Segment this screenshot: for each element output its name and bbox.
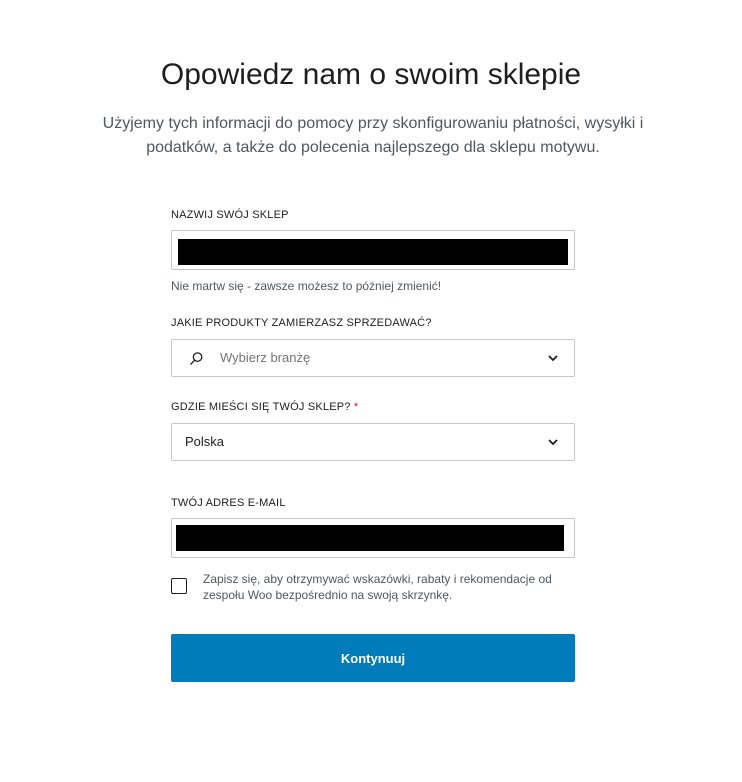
store-name-help: Nie martw się - zawsze możesz to później… [171, 279, 442, 293]
location-label: GDZIE MIEŚCI SIĘ TWÓJ SKLEP? * [171, 400, 358, 414]
industry-placeholder: Wybierz branżę [220, 350, 311, 365]
page-title: Opowiedz nam o swoim sklepie [160, 58, 582, 91]
location-label-text: GDZIE MIEŚCI SIĘ TWÓJ SKLEP? [171, 401, 351, 413]
industry-select[interactable]: Wybierz branżę [171, 339, 575, 377]
location-value: Polska [185, 434, 225, 449]
store-name-label: NAZWIJ SWÓJ SKLEP [171, 209, 289, 221]
industry-label: JAKIE PRODUKTY ZAMIERZASZ SPRZEDAWAĆ? [171, 317, 432, 329]
email-label: TWÓJ ADRES E-MAIL [171, 497, 286, 509]
email-input[interactable] [171, 518, 575, 558]
search-icon [190, 352, 203, 365]
newsletter-label: Zapisz się, aby otrzymywać wskazówki, ra… [203, 572, 552, 602]
newsletter-checkbox[interactable] [171, 578, 187, 594]
redacted-email [176, 525, 564, 551]
chevron-down-icon [548, 355, 558, 362]
required-mark: * [353, 401, 359, 413]
continue-button[interactable]: Kontynuuj [171, 634, 575, 682]
redacted-store-name [178, 239, 568, 265]
location-select[interactable]: Polska [171, 423, 575, 461]
page-subtitle: Użyjemy tych informacji do pomocy przy s… [102, 115, 644, 156]
chevron-down-icon [548, 439, 558, 446]
store-name-input[interactable] [171, 230, 575, 270]
